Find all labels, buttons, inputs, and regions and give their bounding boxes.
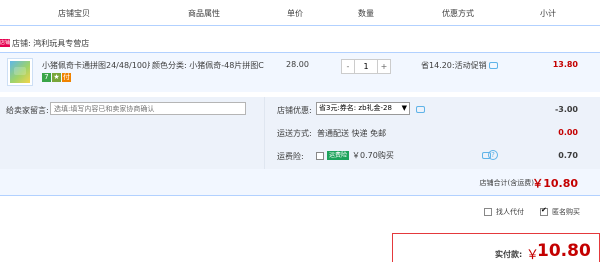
coupon-select[interactable]: 省3元:券名: zb礼金-28 ▼ xyxy=(316,102,410,115)
payment-summary: 实付款: ￥ 10.80 xyxy=(392,233,600,262)
payment-icon: 付 xyxy=(62,73,71,82)
shop-icon: 店铺 xyxy=(0,39,11,47)
shop-total-label: 店铺合计(含运费) xyxy=(479,179,534,187)
cart-header: 店铺宝贝 商品属性 单价 数量 优惠方式 小计 xyxy=(0,0,600,26)
anonymous-checkbox[interactable] xyxy=(540,206,548,216)
order-options: 给卖家留言: 店铺优惠: 省3元:券名: zb礼金-28 ▼ -3.00 运送方… xyxy=(0,97,600,169)
col-price: 单价 xyxy=(287,9,303,18)
col-shop-item: 店铺宝贝 xyxy=(58,9,90,18)
col-subtotal: 小计 xyxy=(540,9,556,18)
insurance-checkbox[interactable] xyxy=(316,151,324,160)
promo-method: 省14.20:活动促销 xyxy=(421,60,498,71)
chat-icon[interactable] xyxy=(416,106,425,113)
shipping-amount: 0.00 xyxy=(558,128,578,137)
insurance-option: 运费险 ￥0.70购买 xyxy=(316,150,394,161)
agent-pay-label: 找人代付 xyxy=(496,208,524,216)
qty-decrease-button[interactable]: - xyxy=(341,59,355,74)
message-input[interactable] xyxy=(50,102,246,115)
product-title-link[interactable]: 小猪佩奇卡通拼图24/48/100片... xyxy=(42,60,150,71)
service-icons: 7 ★ 付 xyxy=(42,73,71,82)
qty-input[interactable]: 1 xyxy=(355,59,377,74)
anonymous-label: 匿名购买 xyxy=(552,208,580,216)
shop-row: 店铺 店铺: 鸿利玩具专营店 xyxy=(0,36,89,50)
col-qty: 数量 xyxy=(358,9,374,18)
help-icon[interactable]: ? xyxy=(488,150,498,160)
purchase-options: 找人代付 匿名购买 xyxy=(0,200,600,220)
coupon-label: 店铺优惠: xyxy=(277,106,312,115)
star-icon: ★ xyxy=(52,73,61,82)
shipping-method: 普通配送 快递 免邮 xyxy=(317,129,387,138)
insurance-badge: 运费险 xyxy=(327,151,350,160)
agent-pay-checkbox[interactable] xyxy=(484,208,492,216)
insurance-amount: 0.70 xyxy=(558,151,578,160)
seven-day-return-icon: 7 xyxy=(42,73,51,82)
shop-name-link[interactable]: 店铺: 鸿利玩具专营店 xyxy=(12,38,89,49)
product-thumbnail[interactable] xyxy=(7,58,33,86)
promo-text: 省14.20:活动促销 xyxy=(421,61,487,70)
qty-increase-button[interactable]: + xyxy=(377,59,391,74)
divider xyxy=(264,97,265,169)
unit-price: 28.00 xyxy=(286,60,309,69)
col-attr: 商品属性 xyxy=(188,9,220,18)
payment-label: 实付款: xyxy=(495,250,523,259)
quantity-stepper: - 1 + xyxy=(341,59,391,74)
coupon-amount: -3.00 xyxy=(554,105,578,114)
agent-pay-option[interactable]: 找人代付 xyxy=(484,207,524,217)
payment-total: 10.80 xyxy=(537,241,591,261)
coupon-selected-value: 省3元:券名: zb礼金-28 xyxy=(319,104,392,112)
product-attribute: 颜色分类: 小猪佩奇-48片拼图C xyxy=(152,61,264,70)
chevron-down-icon: ▼ xyxy=(401,104,407,112)
anonymous-option[interactable]: 匿名购买 xyxy=(540,206,580,217)
col-promo: 优惠方式 xyxy=(442,9,474,18)
shipping-label: 运送方式: xyxy=(277,129,312,138)
insurance-price-text: ￥0.70购买 xyxy=(352,151,394,160)
item-subtotal: 13.80 xyxy=(552,60,578,69)
shop-total-value: ￥10.80 xyxy=(532,177,578,190)
insurance-label: 运费险: xyxy=(277,152,304,161)
cart-item-row: 小猪佩奇卡通拼图24/48/100片... 7 ★ 付 颜色分类: 小猪佩奇-4… xyxy=(0,52,600,92)
shop-total-row: 店铺合计(含运费) ￥10.80 xyxy=(0,169,600,196)
message-label: 给卖家留言: xyxy=(6,106,49,115)
chat-icon[interactable] xyxy=(488,62,498,69)
